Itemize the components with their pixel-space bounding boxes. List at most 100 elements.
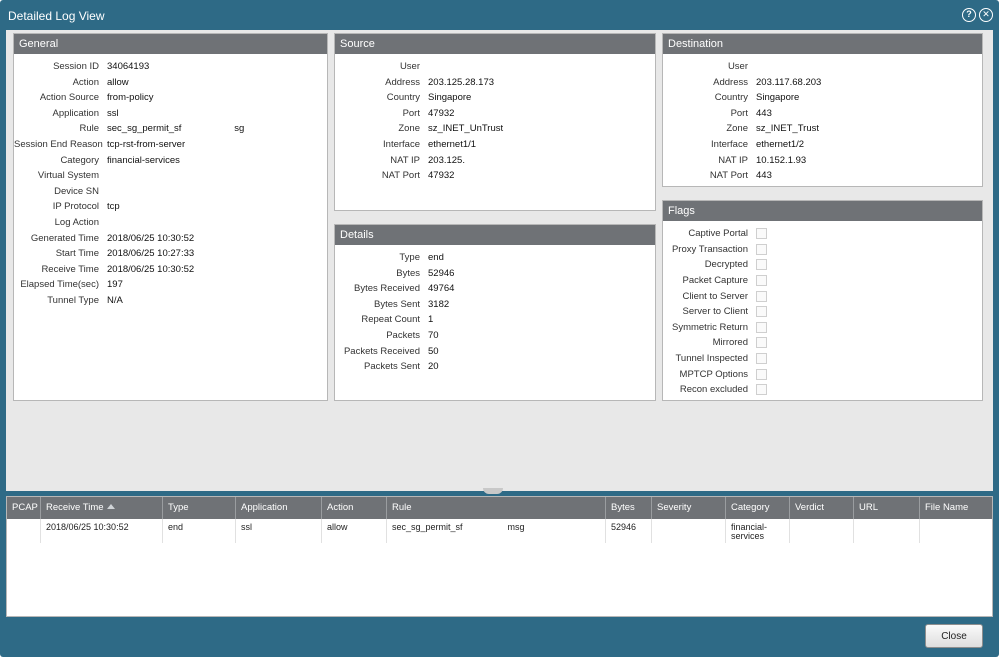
column-action[interactable]: Action <box>322 497 387 519</box>
field-row: IP Protocol tcp <box>14 199 327 215</box>
field-label: IP Protocol <box>52 201 99 213</box>
flag-label: Server to Client <box>682 306 748 318</box>
field-label: Zone <box>726 123 748 135</box>
field-label: NAT IP <box>718 154 748 166</box>
field-row: Repeat Count 1 <box>335 312 655 328</box>
flag-checkbox[interactable] <box>756 290 767 302</box>
field-row: Bytes Received 49764 <box>335 281 655 297</box>
general-panel: General Session ID 34064193 Action allow Act… <box>13 33 328 401</box>
flag-checkbox[interactable] <box>756 306 767 318</box>
column-application[interactable]: Application <box>236 497 322 519</box>
field-value: 2018/06/25 10:27:33 <box>107 248 195 260</box>
column-receive-time[interactable]: Receive Time <box>41 497 163 519</box>
field-label: Category <box>60 154 99 166</box>
details-panel: Details Type end Bytes 52946 Bytes Received 4… <box>334 224 656 401</box>
flag-checkbox[interactable] <box>756 368 767 380</box>
column-pcap[interactable]: PCAP <box>7 497 41 519</box>
field-row: Start Time 2018/06/25 10:27:33 <box>14 246 327 262</box>
field-value: 70 <box>428 329 439 341</box>
field-value: 1 <box>428 314 434 326</box>
cell-rule: sec_sg_permit_sf msg <box>387 519 606 543</box>
field-label: Interface <box>711 138 748 150</box>
flag-row: Symmetric Return <box>663 320 982 336</box>
log-table-header: PCAP Receive Time Type Application Actio… <box>7 497 992 519</box>
general-fields: Session ID 34064193 Action allow Action Sour… <box>14 54 327 309</box>
flag-label: Symmetric Return <box>671 321 748 333</box>
field-label: Bytes <box>396 267 420 279</box>
source-panel: Source User Address 203.125.28.173 Country S… <box>334 33 656 211</box>
field-value: Singapore <box>756 92 800 104</box>
field-label: Bytes Received <box>353 283 420 295</box>
close-icon[interactable]: ✕ <box>979 8 993 22</box>
column-severity[interactable]: Severity <box>652 497 726 519</box>
column-category[interactable]: Category <box>726 497 790 519</box>
cell-verdict <box>790 519 854 543</box>
field-row: Tunnel Type N/A <box>14 293 327 309</box>
field-row: NAT Port 443 <box>663 168 982 184</box>
flags-header: Flags <box>663 201 982 221</box>
flag-checkbox[interactable] <box>756 243 767 255</box>
close-button[interactable]: Close <box>925 624 983 648</box>
details-fields: Type end Bytes 52946 Bytes Received 49764 Byte… <box>335 245 655 375</box>
field-label: Interface <box>383 138 420 150</box>
field-row: Country Singapore <box>335 90 655 106</box>
field-label: NAT IP <box>390 154 420 166</box>
flags-panel: Flags Captive Portal Proxy Transaction Dec… <box>662 200 983 401</box>
field-label: Zone <box>398 123 420 135</box>
field-row: Category financial-services <box>14 153 327 169</box>
flag-checkbox[interactable] <box>756 321 767 333</box>
destination-fields: User Address 203.117.68.203 Country Singapor… <box>663 54 982 184</box>
field-label: NAT Port <box>381 170 420 182</box>
field-label: Packets <box>386 329 420 341</box>
field-row: Device SN <box>14 184 327 200</box>
flag-checkbox[interactable] <box>756 384 767 396</box>
field-row: Interface ethernet1/2 <box>663 137 982 153</box>
field-label: Port <box>730 107 748 119</box>
field-row: Type end <box>335 250 655 266</box>
flag-label: Captive Portal <box>688 228 748 240</box>
detailed-log-view-window: Detailed Log View ? ✕ General Session ID… <box>0 0 999 657</box>
help-icon[interactable]: ? <box>962 8 976 22</box>
panel-splitter[interactable] <box>478 488 508 496</box>
field-value: 2018/06/25 10:30:52 <box>107 263 195 275</box>
field-label: User <box>399 61 420 72</box>
cell-bytes: 52946 <box>606 519 652 543</box>
field-value: sz_INET_UnTrust <box>428 123 504 135</box>
field-row: Virtual System <box>14 168 327 184</box>
log-table: PCAP Receive Time Type Application Actio… <box>6 496 993 617</box>
field-value: ethernet1/1 <box>428 138 477 150</box>
field-value: 2018/06/25 10:30:52 <box>107 232 195 244</box>
flag-row: Packet Capture <box>663 273 982 289</box>
field-value: 203.125. <box>428 154 465 166</box>
field-label: Action Source <box>39 92 99 104</box>
flag-checkbox[interactable] <box>756 337 767 349</box>
flag-row: MPTCP Options <box>663 366 982 382</box>
column-url[interactable]: URL <box>854 497 920 519</box>
field-label: Start Time <box>55 248 99 260</box>
table-row[interactable]: 2018/06/25 10:30:52 end ssl allow sec_sg… <box>7 519 992 543</box>
field-value: 52946 <box>428 267 455 279</box>
flag-checkbox[interactable] <box>756 275 767 287</box>
field-label: Repeat Count <box>361 314 420 326</box>
column-file-name[interactable]: File Name <box>920 497 992 519</box>
flag-row: Decrypted <box>663 257 982 273</box>
sort-ascending-icon <box>106 504 115 509</box>
flags-list: Captive Portal Proxy Transaction Decrypted… <box>663 221 982 398</box>
column-type[interactable]: Type <box>163 497 236 519</box>
cell-action: allow <box>322 519 387 543</box>
column-rule[interactable]: Rule <box>387 497 606 519</box>
flag-checkbox[interactable] <box>756 228 767 240</box>
field-label: Session End Reason <box>14 138 103 150</box>
field-value: 49764 <box>428 283 455 295</box>
field-value: end <box>428 252 444 263</box>
flag-checkbox[interactable] <box>756 259 767 271</box>
column-verdict[interactable]: Verdict <box>790 497 854 519</box>
splitter-handle-icon[interactable] <box>483 488 503 494</box>
flag-checkbox[interactable] <box>756 353 767 365</box>
column-bytes[interactable]: Bytes <box>606 497 652 519</box>
field-label: Bytes Sent <box>374 298 420 310</box>
field-label: Type <box>399 252 420 263</box>
field-value: ssl <box>107 107 119 119</box>
destination-header: Destination <box>663 34 982 54</box>
field-label: Country <box>386 92 420 104</box>
